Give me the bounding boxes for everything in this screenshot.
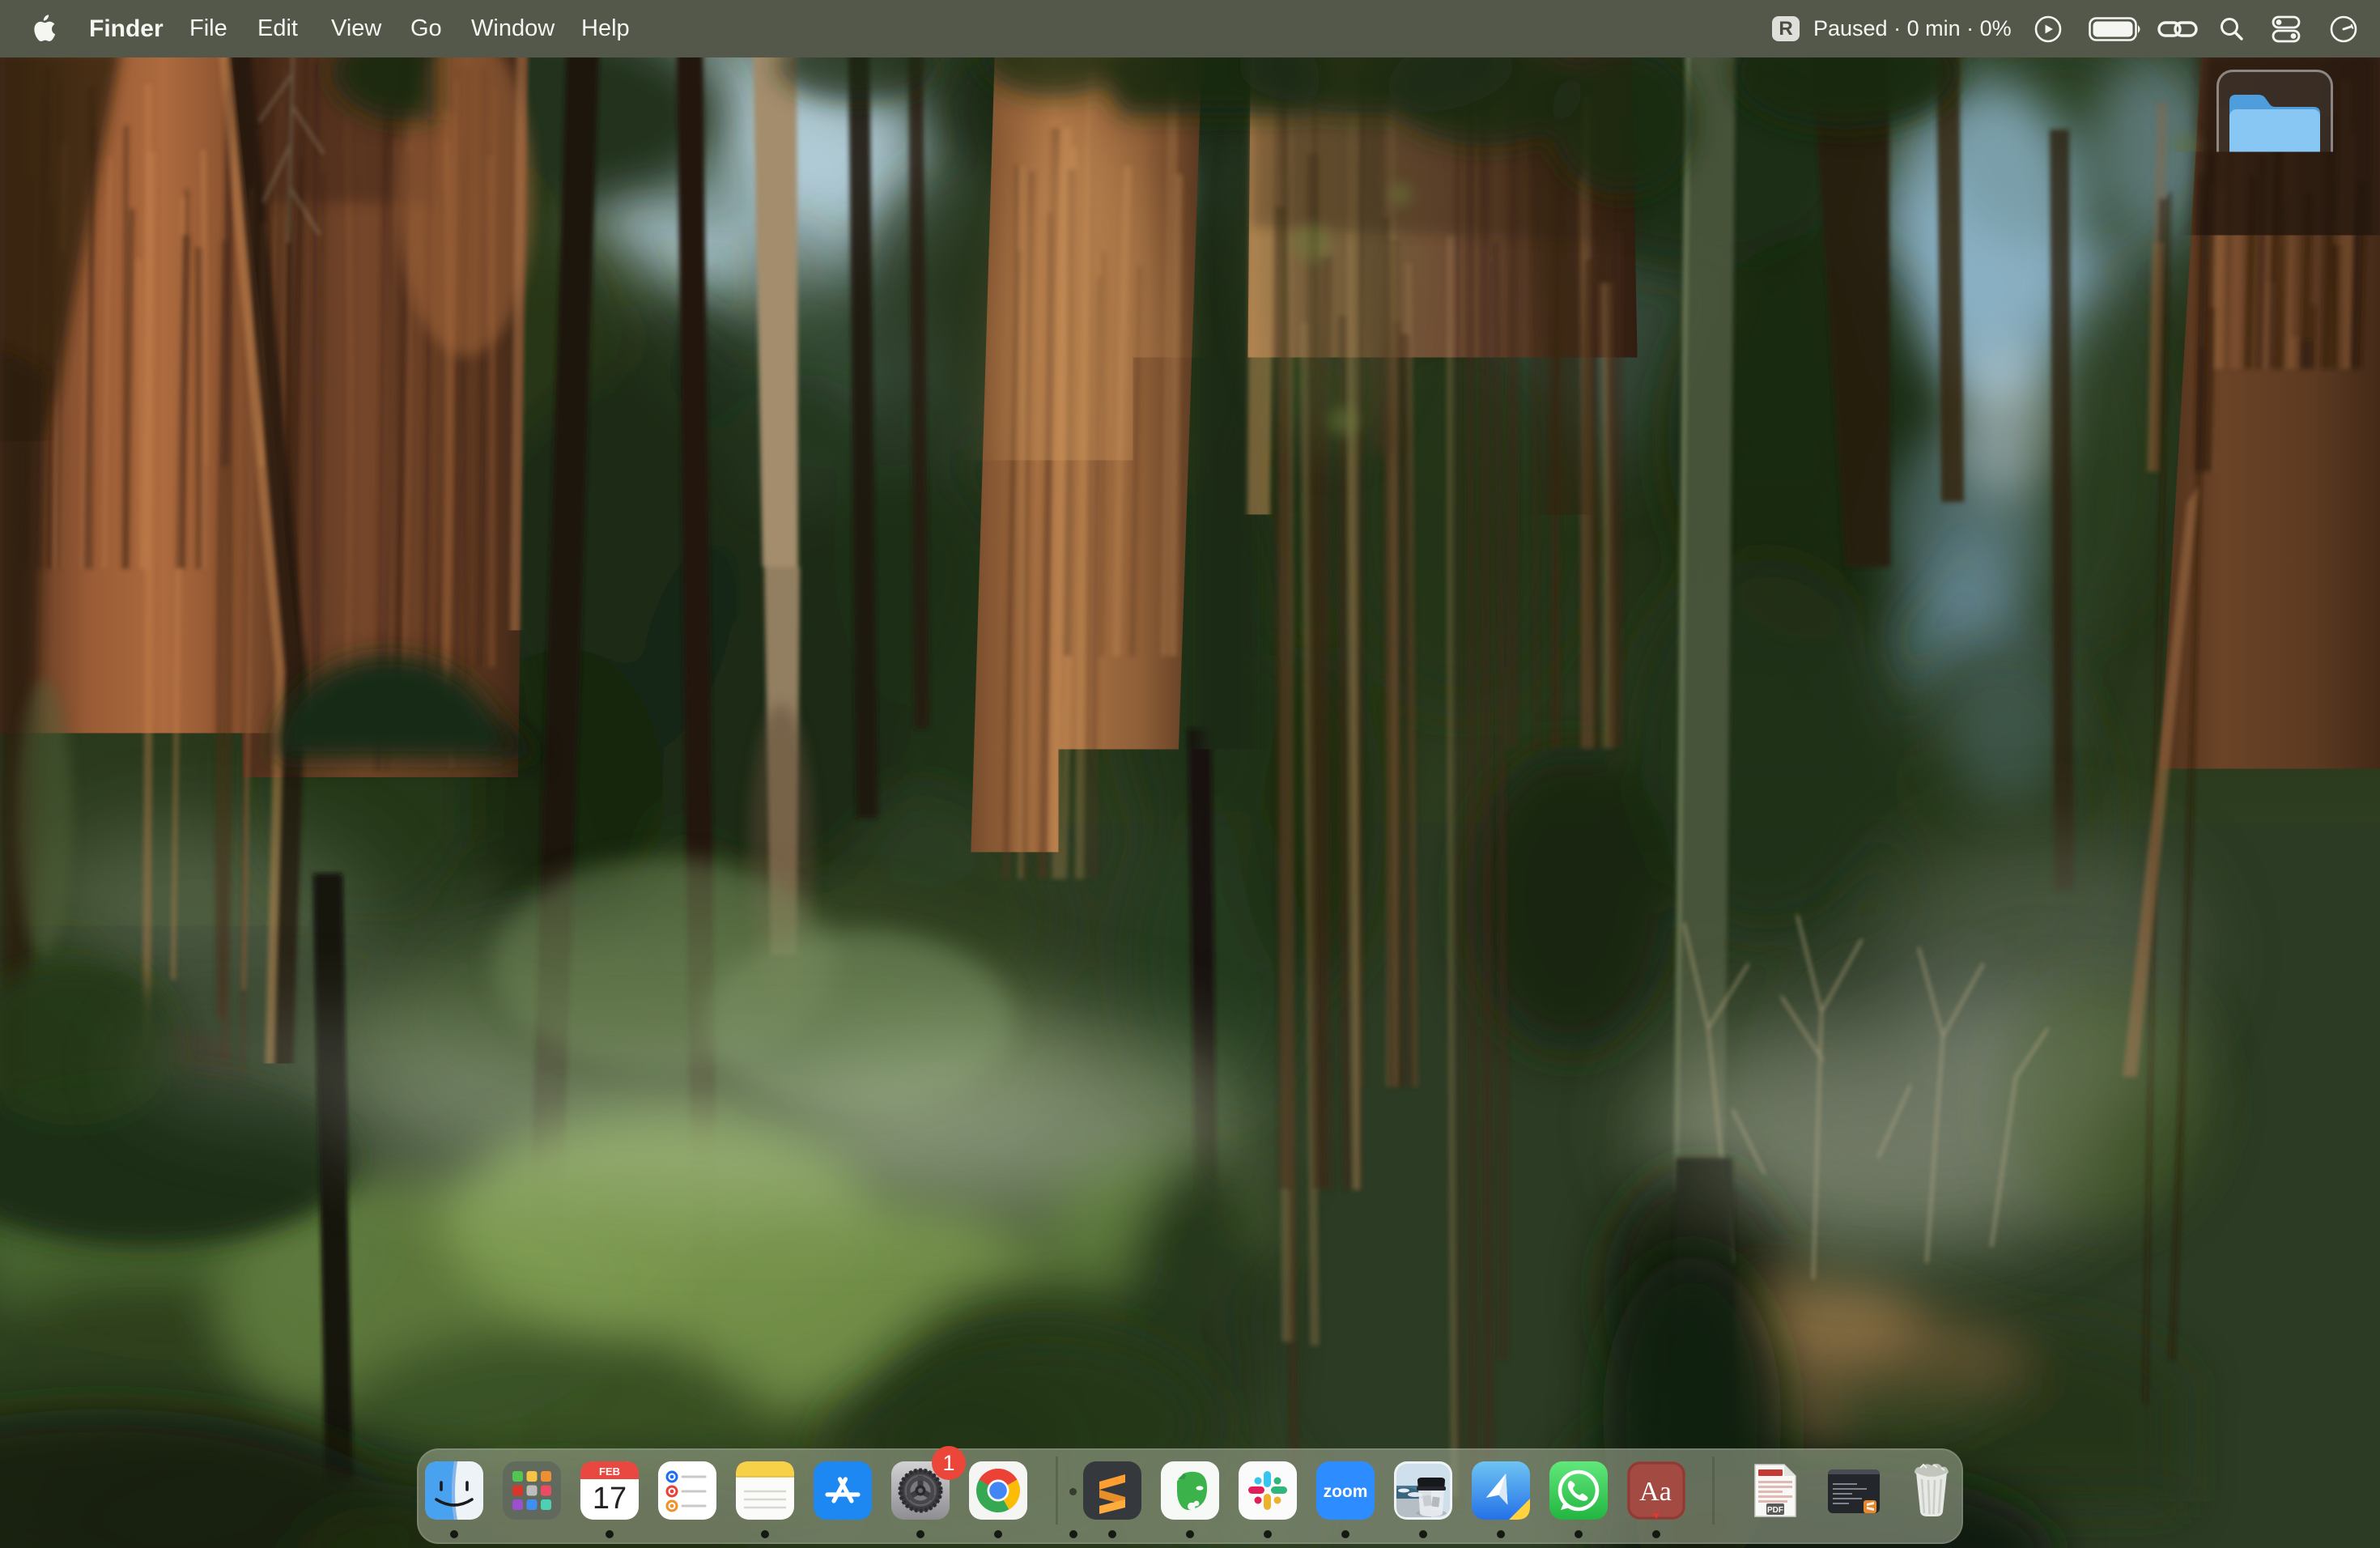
svg-text:17: 17	[593, 1482, 627, 1516]
svg-text:PDF: PDF	[1767, 1506, 1783, 1515]
svg-text:FEB: FEB	[599, 1465, 620, 1478]
svg-text:Aa: Aa	[1639, 1477, 1672, 1507]
svg-text:zoom: zoom	[1324, 1482, 1368, 1501]
